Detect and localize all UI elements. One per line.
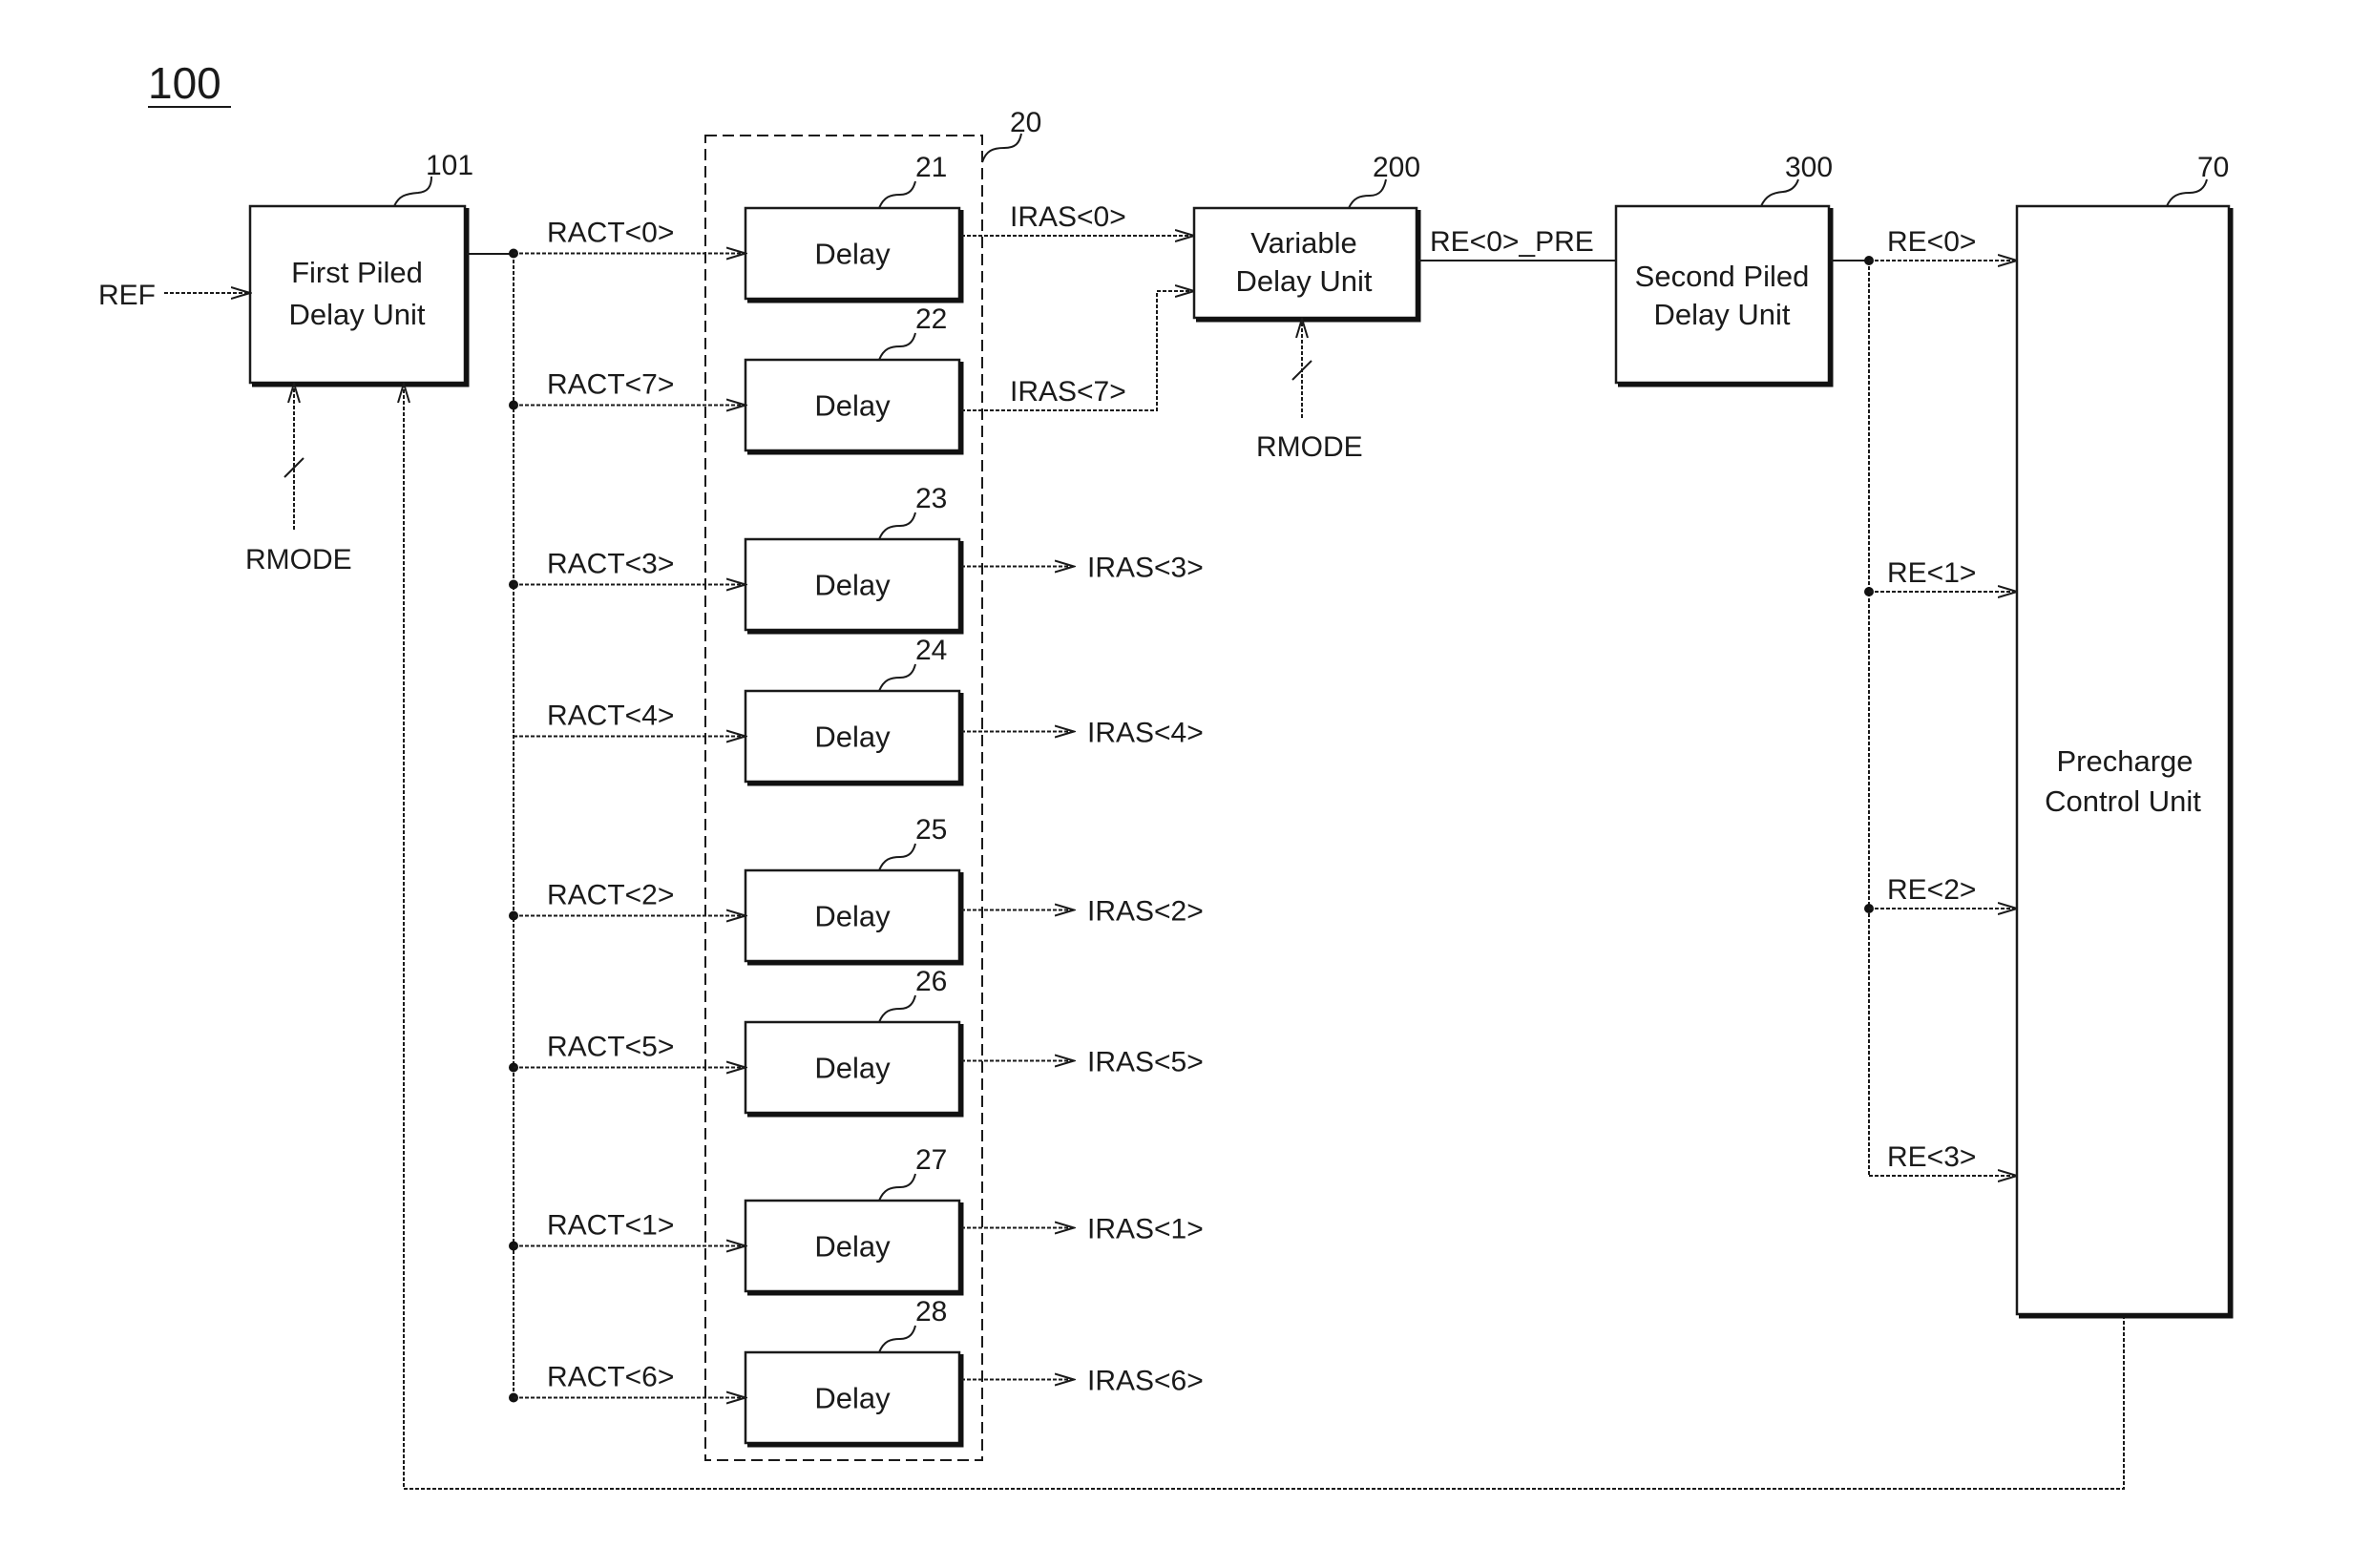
ref-leader [878,512,916,540]
iras-label: IRAS<7> [1010,376,1126,408]
figure-number: 100 [148,58,221,108]
variable-line2: Delay Unit [1236,264,1373,298]
precharge-line1: Precharge [2056,744,2193,778]
iras-label: IRAS<2> [1087,896,1204,928]
ref-leader [878,663,916,692]
delay-label: Delay [814,721,891,754]
rmode-first-label: RMODE [245,544,352,575]
ref-leader-70 [2166,178,2208,207]
variable-delay-unit: Variable Delay Unit 200 [1192,152,1421,323]
second-piled-box [1614,204,1831,385]
first-piled-line1: First Piled [291,256,423,289]
ref-label-70: 70 [2197,152,2229,183]
first-piled-delay-unit: First Piled Delay Unit 101 [248,150,473,387]
ref-leader [878,180,916,209]
precharge-line2: Control Unit [2045,784,2201,818]
re-label: RE<2> [1887,874,1976,906]
ract-label: RACT<3> [547,549,674,580]
ref-leader [878,994,916,1023]
iras-label: IRAS<0> [1010,201,1126,233]
ract-label: RACT<4> [547,700,674,732]
delay-ref-label: 22 [915,303,947,335]
ref-label-20: 20 [1010,107,1041,138]
delay-rows: Delay 21 RACT<0> IRAS<0> Delay 22 RACT<7> IRAS<… [509,152,1204,1448]
delay-label: Delay [814,1382,891,1415]
ract-label: RACT<1> [547,1210,674,1242]
delay-ref-label: 26 [915,966,947,997]
block-diagram: 100 First Piled Delay Unit 101 REF RMODE… [0,0,2372,1568]
re-label: RE<1> [1887,557,1976,589]
re-rows: RE<0> RE<1> RE<2> RE<3> [1864,226,2017,1176]
ref-label-101: 101 [426,150,473,181]
re0-pre-label: RE<0>_PRE [1430,226,1594,258]
ref-leader-300 [1760,178,1799,207]
ref-label-200: 200 [1373,152,1420,183]
delay-ref-label: 23 [915,483,947,514]
delay-ref-label: 28 [915,1296,947,1328]
ref-leader [878,843,916,871]
delay-ref-label: 21 [915,152,947,183]
ref-leader [878,1173,916,1202]
variable-box [1192,206,1418,320]
delay-label: Delay [814,389,891,423]
precharge-control-unit: Precharge Control Unit 70 [2015,152,2234,1319]
delay-label: Delay [814,238,891,271]
re-label: RE<3> [1887,1141,1976,1173]
second-piled-delay-unit: Second Piled Delay Unit 300 [1614,152,1834,387]
ract-label: RACT<2> [547,880,674,911]
second-piled-line2: Delay Unit [1654,298,1791,331]
first-piled-box [248,204,467,385]
ract-label: RACT<6> [547,1362,674,1393]
re-label: RE<0> [1887,226,1976,258]
diagram-svg: 100 First Piled Delay Unit 101 REF RMODE… [98,58,2234,1490]
delay-ref-label: 25 [915,814,947,846]
ract-label: RACT<7> [547,369,674,401]
ref-leader-200 [1348,178,1387,209]
ract-label: RACT<0> [547,218,674,249]
delay-ref-label: 24 [915,635,947,666]
delay-label: Delay [814,1230,891,1264]
ref-leader [878,1325,916,1353]
ref-label-300: 300 [1785,152,1833,183]
ref-signal-label: REF [98,280,156,311]
iras-label: IRAS<4> [1087,718,1204,749]
first-piled-line2: Delay Unit [289,298,426,331]
ract-label: RACT<5> [547,1032,674,1063]
iras-label: IRAS<5> [1087,1047,1204,1078]
delay-ref-label: 27 [915,1144,947,1176]
ref-leader [878,332,916,361]
delay-label: Delay [814,1052,891,1085]
second-piled-line1: Second Piled [1635,260,1810,293]
iras-label: IRAS<6> [1087,1366,1204,1397]
iras-label: IRAS<1> [1087,1214,1204,1245]
delay-label: Delay [814,900,891,933]
variable-line1: Variable [1250,226,1356,260]
delay-label: Delay [814,569,891,602]
rmode-variable-label: RMODE [1256,431,1363,463]
iras-label: IRAS<3> [1087,553,1204,584]
